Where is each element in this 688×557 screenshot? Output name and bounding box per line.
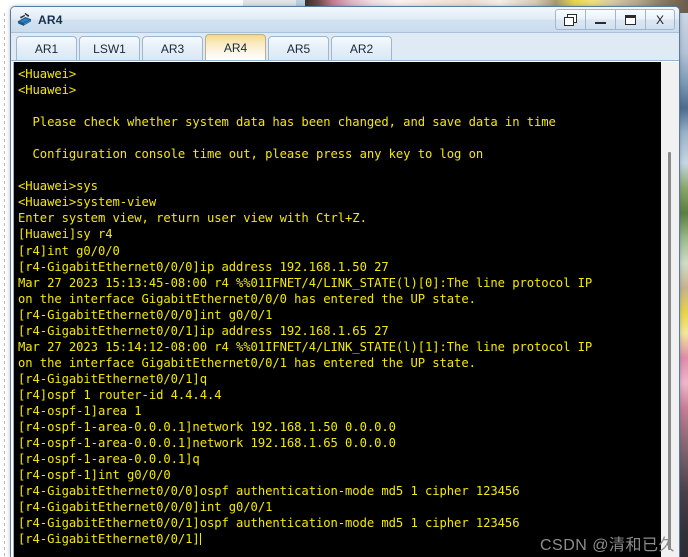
console-line: [r4-GigabitEthernet0/0/0]int g0/0/1 bbox=[18, 500, 273, 515]
ar4-console-window: AR4 X AR1 LSW1 AR3 AR4 AR5 AR2 <Huawei> … bbox=[10, 6, 680, 557]
console-line: [r4-GigabitEthernet0/0/1]ospf authentica… bbox=[18, 516, 520, 531]
console-line: [r4-GigabitEthernet0/0/0]int g0/0/1 bbox=[18, 307, 273, 322]
tab-label: AR2 bbox=[349, 41, 374, 56]
router-icon bbox=[16, 11, 33, 28]
console-line: [r4-GigabitEthernet0/0/1]q bbox=[18, 371, 207, 386]
console-line: Configuration console time out, please p… bbox=[18, 147, 484, 162]
desktop-left-panel bbox=[0, 13, 10, 557]
cascade-icon bbox=[564, 13, 577, 26]
console-line: [r4-ospf-1-area-0.0.0.1]network 192.168.… bbox=[18, 436, 396, 451]
console-line: <Huawei> bbox=[18, 83, 77, 98]
console-scrollbar[interactable] bbox=[660, 62, 679, 557]
console-line: [r4]ospf 1 router-id 4.4.4.4 bbox=[18, 387, 222, 402]
console-line: [Huawei]sy r4 bbox=[18, 227, 113, 242]
console-frame: <Huawei> <Huawei> Please check whether sy… bbox=[13, 62, 679, 557]
console-line: [r4-ospf-1-area-0.0.0.1]q bbox=[18, 452, 200, 467]
restore-cascade-button[interactable] bbox=[555, 9, 585, 30]
tab-lsw1[interactable]: LSW1 bbox=[79, 36, 140, 60]
close-button[interactable]: X bbox=[645, 9, 675, 30]
window-title: AR4 bbox=[38, 12, 63, 27]
tab-ar3[interactable]: AR3 bbox=[142, 36, 203, 60]
maximize-icon bbox=[625, 14, 636, 25]
minimize-button[interactable] bbox=[585, 9, 615, 30]
console-scrollbar-thumb[interactable] bbox=[668, 152, 671, 550]
device-tabstrip: AR1 LSW1 AR3 AR4 AR5 AR2 bbox=[11, 33, 679, 61]
tab-ar1[interactable]: AR1 bbox=[16, 36, 77, 60]
console-line: [r4-ospf-1]area 1 bbox=[18, 403, 142, 418]
tab-label: AR3 bbox=[160, 41, 185, 56]
console-line: <Huawei>system-view bbox=[18, 195, 157, 210]
console-line: [r4-GigabitEthernet0/0/1]ip address 192.… bbox=[18, 323, 389, 338]
console-line: on the interface GigabitEthernet0/0/1 ha… bbox=[18, 355, 476, 370]
console-output[interactable]: <Huawei> <Huawei> Please check whether sy… bbox=[14, 62, 661, 557]
console-line: [r4-GigabitEthernet0/0/0]ip address 192.… bbox=[18, 259, 389, 274]
desktop-background: AR4 X AR1 LSW1 AR3 AR4 AR5 AR2 <Huawei> … bbox=[0, 0, 688, 557]
window-titlebar[interactable]: AR4 X bbox=[11, 7, 679, 33]
tab-label: AR5 bbox=[286, 41, 311, 56]
console-line: <Huawei>sys bbox=[18, 179, 98, 194]
console-line: Mar 27 2023 15:14:12-08:00 r4 %%01IFNET/… bbox=[18, 339, 593, 354]
console-line: [r4-GigabitEthernet0/0/0]ospf authentica… bbox=[18, 484, 520, 499]
console-line: Mar 27 2023 15:13:45-08:00 r4 %%01IFNET/… bbox=[18, 275, 593, 290]
console-line: Enter system view, return user view with… bbox=[18, 211, 367, 226]
tab-label: AR1 bbox=[34, 41, 59, 56]
minimize-icon bbox=[595, 21, 606, 24]
tab-ar5[interactable]: AR5 bbox=[268, 36, 329, 60]
console-line: [r4-GigabitEthernet0/0/1] bbox=[18, 532, 201, 547]
tab-ar4[interactable]: AR4 bbox=[205, 34, 266, 60]
close-icon: X bbox=[655, 12, 664, 27]
maximize-button[interactable] bbox=[615, 9, 645, 30]
window-controls: X bbox=[555, 9, 675, 30]
console-line: on the interface GigabitEthernet0/0/0 ha… bbox=[18, 291, 476, 306]
console-line: Please check whether system data has bee… bbox=[18, 115, 556, 130]
tab-ar2[interactable]: AR2 bbox=[331, 36, 392, 60]
console-cursor bbox=[199, 533, 201, 546]
console-area: <Huawei> <Huawei> Please check whether sy… bbox=[11, 61, 679, 557]
console-line: [r4-ospf-1]int g0/0/0 bbox=[18, 468, 171, 483]
console-line: [r4]int g0/0/0 bbox=[18, 243, 120, 258]
console-line: <Huawei> bbox=[18, 67, 77, 81]
tab-label: AR4 bbox=[223, 40, 248, 55]
desktop-left-divider bbox=[4, 13, 5, 557]
tab-label: LSW1 bbox=[93, 41, 126, 56]
console-line: [r4-ospf-1-area-0.0.0.1]network 192.168.… bbox=[18, 420, 396, 435]
